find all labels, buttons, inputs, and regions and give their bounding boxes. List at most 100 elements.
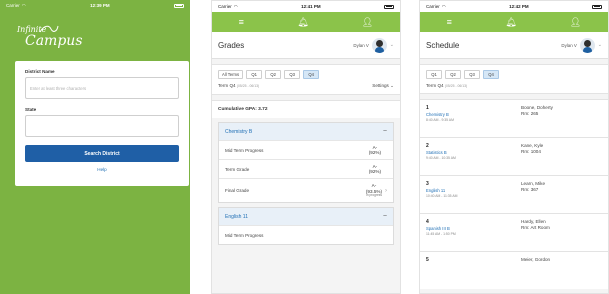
- teacher-name: Hardy, Ellen: [521, 219, 546, 224]
- login-form: District Name Enter at least three chara…: [15, 61, 189, 186]
- course-card: Chemistry B − Mid Term Progress A- (92%) …: [218, 122, 394, 203]
- district-input[interactable]: Enter at least three characters: [25, 77, 179, 99]
- title-bar: Grades Dylan V ⌄: [212, 32, 400, 59]
- tab-q2[interactable]: Q2: [265, 70, 282, 79]
- course-header[interactable]: Chemistry B −: [219, 123, 393, 140]
- course-link[interactable]: Chemistry B: [426, 112, 521, 117]
- wifi-icon: ◠: [233, 3, 238, 9]
- logo-swoosh-icon: [39, 25, 59, 33]
- menu-icon[interactable]: ≡: [239, 17, 244, 27]
- carrier-label: Carrier: [6, 3, 20, 8]
- period-row[interactable]: 4 Spanish III B 11:45 AM - 1:50 PM Hardy, …: [420, 213, 608, 251]
- tab-q4[interactable]: Q4: [483, 70, 499, 79]
- period-time: 9:40 AM - 10:35 AM: [426, 156, 456, 160]
- battery-icon: [592, 4, 602, 9]
- course-link[interactable]: English 11: [426, 188, 521, 193]
- user-profile-icon[interactable]: 👤︎: [570, 17, 581, 27]
- tab-q3[interactable]: Q3: [284, 70, 301, 79]
- schedule-screen: Carrier ◠ 12:42 PM ≡ 🔔︎ 👤︎ Schedule Dylan…: [419, 0, 609, 294]
- status-bar: Carrier ◠ 12:41 PM: [212, 1, 400, 12]
- grade-note: In progress: [365, 193, 382, 198]
- tab-q1[interactable]: Q1: [246, 70, 263, 79]
- period-row[interactable]: 2 Statistics B 9:40 AM - 10:35 AM Kane, Ky…: [420, 137, 608, 175]
- room: Rm: 367: [521, 186, 539, 192]
- grades-screen: Carrier ◠ 12:41 PM ≡ 🔔︎ 👤︎ Grades Dylan V…: [211, 0, 401, 294]
- tab-q2[interactable]: Q2: [445, 70, 461, 79]
- grade-row: Term Grade A- (92%): [219, 159, 393, 178]
- grade-row-label: Term Grade: [225, 166, 250, 172]
- period-row[interactable]: 5 Meier, Gordon: [420, 251, 608, 289]
- grade-letter: A-: [372, 163, 378, 169]
- course-link[interactable]: Spanish III B: [426, 226, 521, 231]
- period-number: 5: [426, 257, 429, 263]
- grade-row-label: Final Grade: [225, 188, 250, 193]
- notifications-bell-icon[interactable]: 🔔︎: [505, 17, 516, 27]
- term-label: Term Q4: [218, 83, 236, 88]
- help-link[interactable]: Help: [25, 167, 179, 172]
- top-nav: ≡ 🔔︎ 👤︎: [212, 12, 400, 32]
- carrier-label: Carrier: [218, 4, 232, 9]
- course-name: Chemistry B: [225, 128, 253, 135]
- district-label: District Name: [25, 69, 55, 74]
- search-district-button[interactable]: Search District: [25, 145, 179, 162]
- logo-line-2: Campus: [25, 33, 83, 49]
- login-screen: Carrier ◠ 12:39 PM Infinite Campus Distri…: [0, 0, 190, 294]
- status-bar: Carrier ◠ 12:42 PM: [420, 1, 608, 12]
- notifications-bell-icon[interactable]: 🔔︎: [297, 17, 308, 27]
- grade-letter: A-: [371, 183, 377, 189]
- period-time: 11:45 AM - 1:50 PM: [426, 232, 456, 236]
- period-number: 1: [426, 105, 429, 111]
- tab-q3[interactable]: Q3: [464, 70, 480, 79]
- period-time: 10:40 AM - 11:35 AM: [426, 194, 458, 198]
- student-switcher[interactable]: Dylan V ⌄: [353, 37, 394, 53]
- room: Rm: Art Room: [521, 224, 550, 230]
- wifi-icon: ◠: [21, 2, 26, 8]
- period-number: 2: [426, 143, 429, 149]
- course-card: English 11 − Mid Term Progress: [218, 207, 394, 245]
- grade-percent: (92%): [368, 169, 381, 174]
- grade-value: A- (92%): [369, 164, 381, 175]
- course-link[interactable]: Statistics B: [426, 150, 521, 155]
- menu-icon[interactable]: ≡: [447, 17, 452, 27]
- settings-dropdown[interactable]: Settings ⌄: [372, 83, 394, 89]
- user-profile-icon[interactable]: 👤︎: [362, 17, 373, 27]
- course-header[interactable]: English 11 −: [219, 208, 393, 225]
- battery-icon: [174, 3, 184, 8]
- term-label: Term Q4: [426, 83, 444, 88]
- term-selector: All Terms Q1 Q2 Q3 Q4 Term Q4 (05/25 - 0…: [212, 64, 400, 95]
- tab-q4[interactable]: Q4: [303, 70, 320, 79]
- grade-row[interactable]: Final Grade A- (93.5%) In progress ›: [219, 178, 393, 202]
- period-number: 4: [426, 219, 429, 225]
- state-select[interactable]: [25, 115, 179, 137]
- tab-all-terms[interactable]: All Terms: [218, 70, 244, 79]
- term-dates: (05/25 - 06/13): [236, 84, 260, 88]
- room: Rm: 1004: [521, 148, 541, 154]
- term-selector: Q1 Q2 Q3 Q4 Term Q4 (05/25 - 06/13): [420, 64, 608, 94]
- tab-q1[interactable]: Q1: [426, 70, 442, 79]
- infinite-campus-logo: Infinite Campus: [17, 25, 83, 49]
- period-row[interactable]: 1 Chemistry B 8:40 AM - 9:35 AM Boone, Doh…: [420, 99, 608, 137]
- avatar: [371, 37, 387, 53]
- student-name: Dylan V: [561, 42, 577, 48]
- page-title: Schedule: [426, 40, 460, 50]
- collapse-icon[interactable]: −: [383, 213, 387, 220]
- chevron-down-icon: ⌄: [390, 83, 394, 88]
- student-name: Dylan V: [353, 42, 369, 48]
- grade-value: A- (93.5%) In progress: [366, 183, 382, 198]
- chevron-down-icon: ⌄: [597, 42, 602, 48]
- schedule-list: 1 Chemistry B 8:40 AM - 9:35 AM Boone, Doh…: [420, 99, 608, 289]
- status-time: 12:42 PM: [509, 4, 529, 9]
- grade-letter: A-: [372, 144, 378, 150]
- collapse-icon[interactable]: −: [383, 128, 387, 135]
- status-time: 12:39 PM: [90, 3, 110, 8]
- grade-row: Mid Term Progress: [219, 225, 393, 244]
- teacher-name: Boone, Doherty: [521, 105, 553, 110]
- student-switcher[interactable]: Dylan V ⌄: [561, 37, 602, 53]
- status-bar: Carrier ◠ 12:39 PM: [0, 0, 190, 11]
- period-time: 8:40 AM - 9:35 AM: [426, 118, 454, 122]
- grade-row-label: Mid Term Progress: [225, 147, 264, 153]
- cumulative-gpa: Cumulative GPA: 3.72: [212, 100, 400, 118]
- period-number: 3: [426, 181, 429, 187]
- grade-percent: (92%): [368, 150, 381, 155]
- period-row[interactable]: 3 English 11 10:40 AM - 11:35 AM Learn, Mi…: [420, 175, 608, 213]
